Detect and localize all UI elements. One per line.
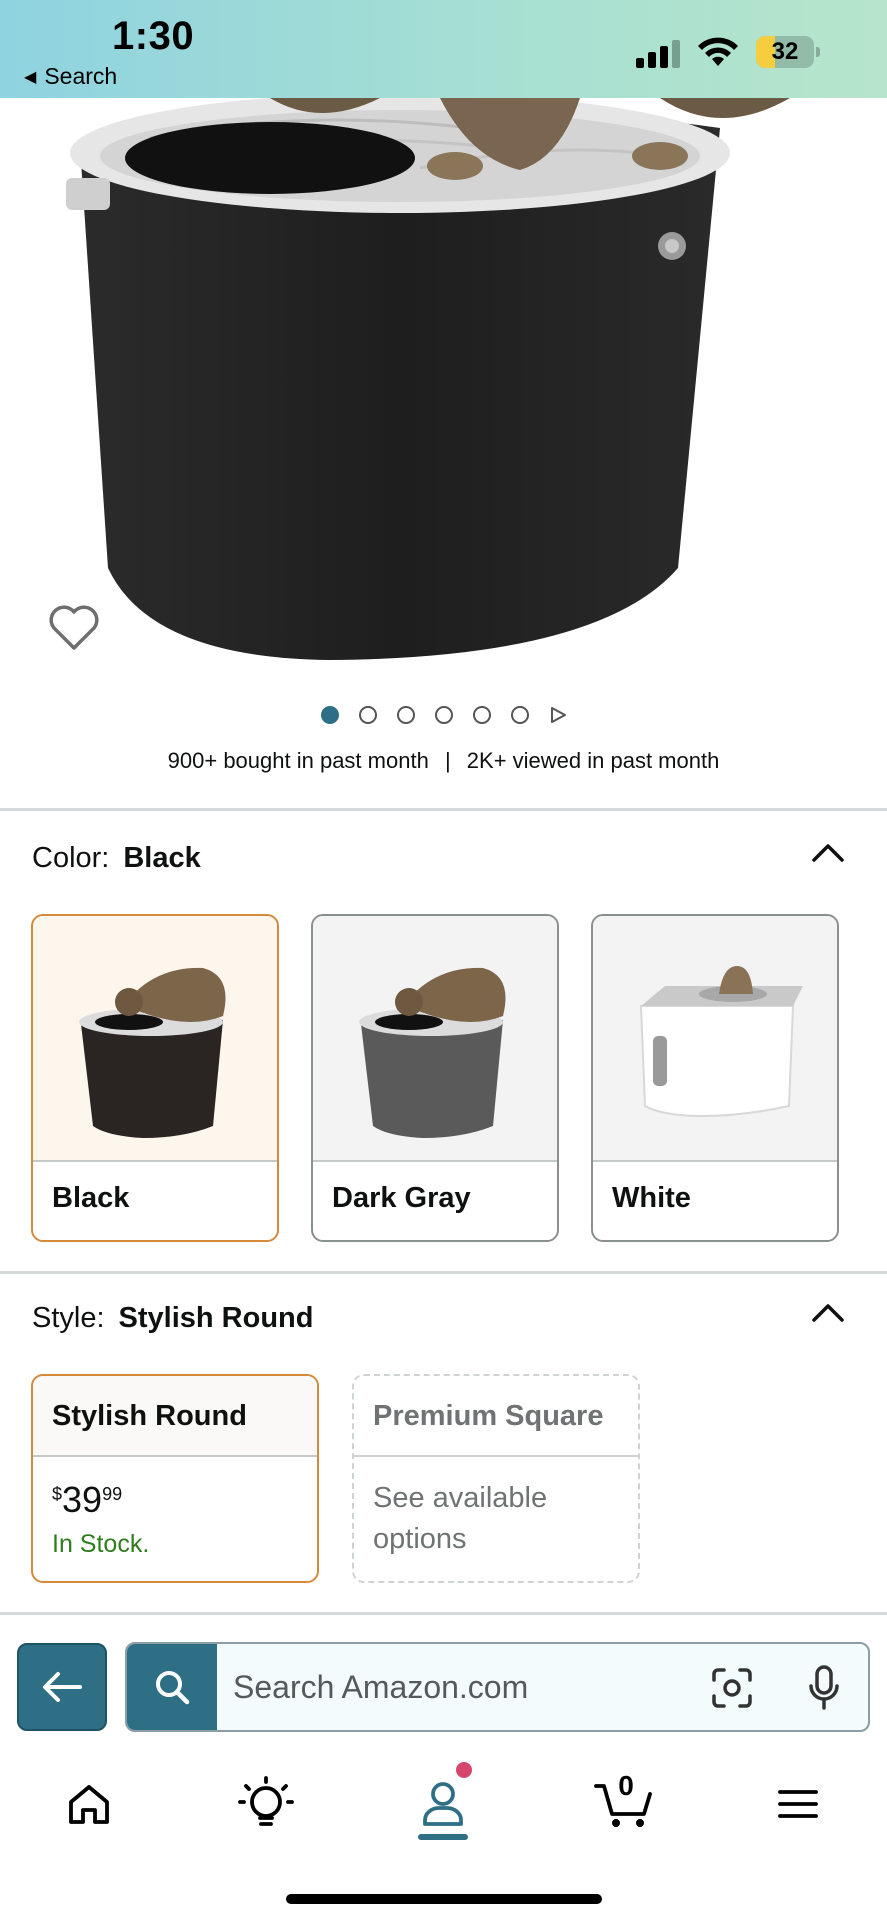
color-option-white[interactable]: White	[591, 914, 839, 1242]
camera-search-icon[interactable]	[710, 1666, 754, 1710]
see-available-options: See available options	[373, 1482, 548, 1555]
lightbulb-icon[interactable]	[234, 1772, 298, 1836]
carousel-next-icon[interactable]	[549, 706, 567, 724]
search-input[interactable]: Search Amazon.com	[233, 1644, 528, 1730]
color-option-thumbnail	[313, 916, 557, 1162]
color-selected-value: Black	[123, 842, 201, 874]
color-option-label: Black	[52, 1182, 130, 1214]
price-whole: 39	[62, 1479, 103, 1520]
section-divider	[0, 1271, 887, 1274]
color-option-label: White	[612, 1182, 691, 1214]
carousel-dot[interactable]	[434, 706, 453, 724]
color-option-thumbnail	[593, 916, 837, 1162]
section-divider	[0, 1612, 887, 1615]
back-to-app-link[interactable]: ◀ Search	[24, 63, 117, 90]
notification-dot	[456, 1762, 472, 1778]
bought-count: 900+ bought in past month	[167, 748, 429, 773]
style-option-label: Stylish Round	[33, 1376, 317, 1457]
wifi-icon	[698, 37, 738, 66]
home-indicator[interactable]	[286, 1894, 602, 1904]
color-option-thumbnail	[33, 916, 277, 1162]
cellular-signal-icon	[636, 40, 680, 68]
status-bar: 1:30 ◀ Search 32	[0, 0, 887, 98]
carousel-dot[interactable]	[510, 706, 529, 724]
viewed-count: 2K+ viewed in past month	[466, 748, 720, 773]
image-carousel-dots[interactable]	[0, 703, 887, 727]
style-collapse-chevron-icon[interactable]	[810, 1300, 846, 1324]
battery-icon: 32	[756, 36, 820, 68]
carousel-dot[interactable]	[472, 706, 491, 724]
price-fraction: 99	[102, 1484, 123, 1504]
litter-box-illustration	[66, 98, 790, 661]
style-option-stylish-round[interactable]: Stylish Round $39 99 In Stock.	[31, 1374, 319, 1583]
menu-icon[interactable]	[766, 1772, 830, 1836]
style-option-premium-square[interactable]: Premium Square See available options	[352, 1374, 640, 1583]
search-bar[interactable]: Search Amazon.com	[125, 1642, 870, 1732]
style-option-price: $39 99	[52, 1480, 122, 1520]
color-collapse-chevron-icon[interactable]	[810, 840, 846, 864]
style-label: Style:	[32, 1302, 105, 1334]
style-section-header: Style: Stylish Round	[32, 1302, 313, 1335]
search-icon[interactable]	[127, 1644, 217, 1730]
color-option-black[interactable]: Black	[31, 914, 279, 1242]
back-triangle-icon: ◀	[24, 68, 37, 86]
color-option-label: Dark Gray	[332, 1182, 471, 1214]
color-section-header: Color: Black	[32, 842, 201, 875]
back-app-label: Search	[44, 63, 118, 89]
status-time: 1:30	[112, 14, 195, 58]
back-button[interactable]	[17, 1643, 107, 1731]
color-label: Color:	[32, 842, 110, 874]
back-arrow-icon	[43, 1672, 82, 1702]
microphone-icon[interactable]	[807, 1664, 841, 1712]
active-tab-indicator	[418, 1834, 468, 1840]
battery-level: 32	[771, 38, 799, 65]
carousel-dot[interactable]	[320, 706, 339, 724]
carousel-dot[interactable]	[396, 706, 415, 724]
social-proof: 900+ bought in past month | 2K+ viewed i…	[0, 748, 887, 774]
home-icon[interactable]	[57, 1772, 121, 1836]
wishlist-heart-icon[interactable]	[48, 604, 100, 652]
color-option-dark-gray[interactable]: Dark Gray	[311, 914, 559, 1242]
section-divider	[0, 808, 887, 811]
account-icon[interactable]	[411, 1772, 475, 1836]
stock-status: In Stock.	[52, 1530, 150, 1558]
social-proof-separator: |	[444, 748, 451, 773]
carousel-dot[interactable]	[358, 706, 377, 724]
product-image[interactable]	[0, 98, 887, 678]
style-selected-value: Stylish Round	[118, 1302, 314, 1334]
style-option-label: Premium Square	[354, 1376, 638, 1457]
cart-count: 0	[618, 1770, 634, 1801]
price-symbol: $	[52, 1484, 63, 1504]
